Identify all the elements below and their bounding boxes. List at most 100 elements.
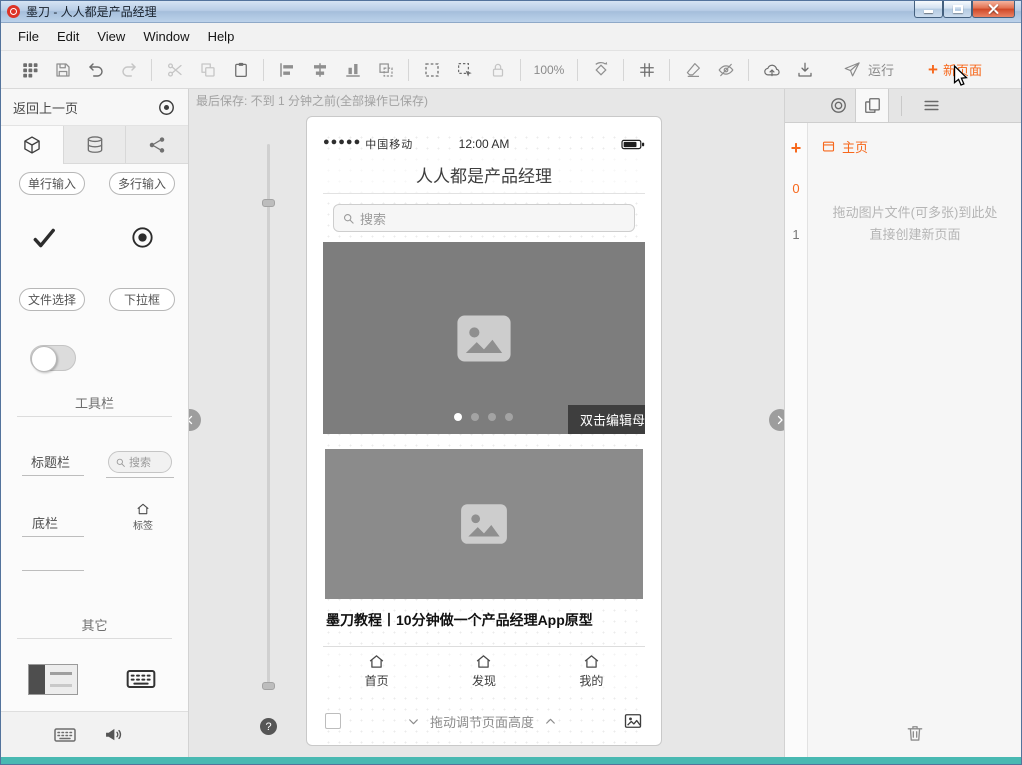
- tab-mine-label: 我的: [579, 672, 603, 689]
- menu-edit[interactable]: Edit: [48, 23, 88, 50]
- align-center-icon: [311, 61, 329, 79]
- copy-button[interactable]: [191, 55, 224, 85]
- keyboard-icon[interactable]: [53, 723, 77, 747]
- group-button[interactable]: [369, 55, 402, 85]
- divider-widget[interactable]: [22, 570, 84, 571]
- toggle-widget[interactable]: [30, 345, 76, 371]
- pages-list: 主页 拖动图片文件(可多张)到此处 直接创建新页面: [809, 123, 1021, 757]
- tab-home[interactable]: 首页: [323, 647, 430, 695]
- bottom-accent-bar: [1, 757, 1021, 764]
- paste-button[interactable]: [224, 55, 257, 85]
- menu-view[interactable]: View: [88, 23, 134, 50]
- menu-help[interactable]: Help: [199, 23, 244, 50]
- tab-home-label: 首页: [365, 672, 389, 689]
- redo-button[interactable]: [112, 55, 145, 85]
- run-label: 运行: [868, 60, 894, 79]
- card-text-lines: [50, 672, 72, 687]
- window-title: 墨刀 - 人人都是产品经理: [26, 3, 157, 20]
- carousel-dot[interactable]: [505, 413, 513, 421]
- widget-titlebar[interactable]: 标题栏: [31, 452, 70, 471]
- article-title: 墨刀教程丨10分钟做一个产品经理App原型: [326, 610, 642, 630]
- hide-layer-button[interactable]: [709, 55, 742, 85]
- page-index-1[interactable]: 1: [792, 211, 799, 257]
- page-height-slider-track[interactable]: [267, 144, 270, 689]
- marquee-select-button[interactable]: [448, 55, 481, 85]
- help-button[interactable]: ?: [260, 718, 277, 735]
- eraser-button[interactable]: [676, 55, 709, 85]
- slider-handle-bottom[interactable]: [262, 682, 275, 690]
- home-page-item[interactable]: 主页: [809, 123, 1021, 156]
- run-button[interactable]: 运行: [843, 60, 894, 79]
- phone-search-input[interactable]: 搜索: [333, 204, 635, 232]
- radio-widget-icon[interactable]: [130, 225, 155, 250]
- carousel-dot-active[interactable]: [454, 413, 462, 421]
- grid-button[interactable]: [630, 55, 663, 85]
- cloud-upload-button[interactable]: [755, 55, 788, 85]
- widget-single-input[interactable]: 单行输入: [19, 172, 85, 195]
- drop-hint-line-1: 拖动图片文件(可多张)到此处: [809, 202, 1021, 224]
- target-icon[interactable]: [157, 98, 176, 117]
- trash-button[interactable]: [809, 723, 1021, 743]
- panel-menu-button[interactable]: [914, 89, 948, 122]
- align-left-button[interactable]: [270, 55, 303, 85]
- keyboard-widget-icon[interactable]: [120, 663, 162, 695]
- widget-tag[interactable]: 标签: [120, 502, 166, 532]
- minimize-button[interactable]: [914, 1, 943, 18]
- article-image-placeholder[interactable]: [325, 449, 643, 599]
- widgets-button[interactable]: [13, 55, 46, 85]
- marquee-icon: [423, 61, 441, 79]
- megaphone-icon[interactable]: [103, 724, 124, 745]
- marquee-button[interactable]: [415, 55, 448, 85]
- widget-library: 单行输入 多行输入 文件选择 下拉框 工具栏 标题栏 搜索 底栏: [1, 164, 188, 711]
- widget-multi-input[interactable]: 多行输入: [109, 172, 175, 195]
- close-icon: [988, 4, 999, 15]
- eraser-icon: [684, 61, 702, 79]
- undo-button[interactable]: [79, 55, 112, 85]
- widget-bottom-bar[interactable]: 底栏: [32, 513, 58, 532]
- main-area: 返回上一页 单行输入 多行输入 文件选择 下拉框 工具栏 标题栏: [1, 89, 1021, 757]
- tab-data[interactable]: [64, 126, 127, 163]
- widget-dropdown[interactable]: 下拉框: [109, 288, 175, 311]
- height-drag-control[interactable]: 拖动调节页面高度: [341, 712, 623, 731]
- carousel-dot[interactable]: [488, 413, 496, 421]
- lock-button[interactable]: [481, 55, 514, 85]
- widget-gallery-card[interactable]: [28, 664, 78, 695]
- tab-preview[interactable]: [821, 89, 855, 122]
- widget-search-sample[interactable]: 搜索: [108, 451, 172, 473]
- cut-button[interactable]: [158, 55, 191, 85]
- save-button[interactable]: [46, 55, 79, 85]
- menu-file[interactable]: File: [9, 23, 48, 50]
- plus-icon: +: [928, 61, 938, 78]
- menu-window[interactable]: Window: [134, 23, 198, 50]
- checkmark-widget-icon[interactable]: [31, 225, 57, 251]
- tab-mine[interactable]: 我的: [538, 647, 645, 695]
- divider: [577, 59, 578, 81]
- minimize-icon: [924, 10, 933, 13]
- tab-pages[interactable]: [855, 89, 889, 122]
- download-button[interactable]: [788, 55, 821, 85]
- carousel-image-placeholder[interactable]: 双击编辑母版: [323, 242, 645, 434]
- carousel-dot[interactable]: [471, 413, 479, 421]
- prev-page-arrow[interactable]: [189, 409, 201, 431]
- tab-discover[interactable]: 发现: [430, 647, 537, 695]
- drop-hint-line-2: 直接创建新页面: [809, 224, 1021, 246]
- page-index-0[interactable]: 0: [792, 165, 799, 211]
- align-center-button[interactable]: [303, 55, 336, 85]
- slider-handle-top[interactable]: [262, 199, 275, 207]
- widget-file-select[interactable]: 文件选择: [19, 288, 85, 311]
- master-edit-tag[interactable]: 双击编辑母版: [568, 405, 645, 434]
- zoom-level[interactable]: 100%: [527, 63, 571, 77]
- rotate-screen-button[interactable]: [584, 55, 617, 85]
- share-nodes-icon: [147, 135, 167, 155]
- back-link[interactable]: 返回上一页: [13, 98, 78, 117]
- add-page-button[interactable]: +: [791, 131, 802, 165]
- close-button[interactable]: [972, 1, 1015, 18]
- align-bottom-button[interactable]: [336, 55, 369, 85]
- height-drag-label: 拖动调节页面高度: [430, 712, 534, 731]
- image-icon[interactable]: [623, 711, 643, 731]
- page-checkbox[interactable]: [325, 713, 341, 729]
- tab-components[interactable]: [1, 126, 64, 164]
- tab-share[interactable]: [126, 126, 188, 163]
- maximize-button[interactable]: [943, 1, 972, 18]
- next-page-arrow[interactable]: [769, 409, 784, 431]
